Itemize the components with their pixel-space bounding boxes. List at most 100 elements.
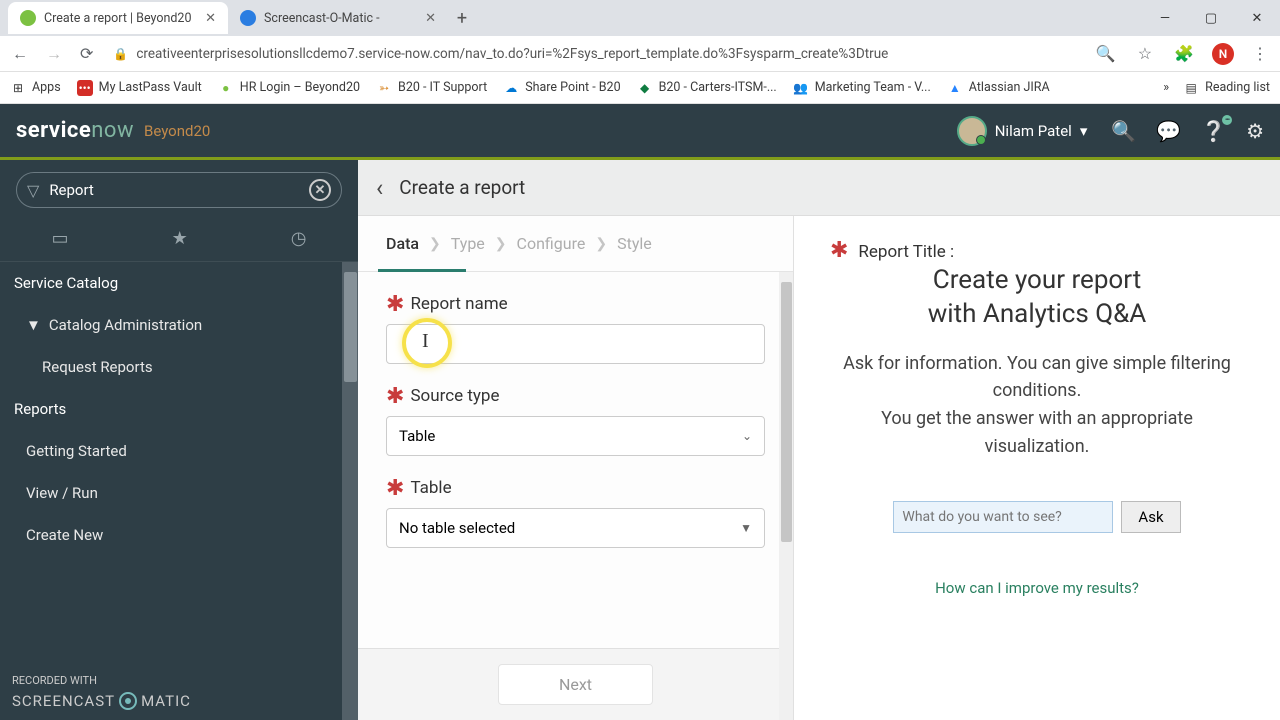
address-bar[interactable]: 🔒 creativeenterprisesolutionsllcdemo7.se… bbox=[107, 42, 1081, 66]
nav-scrollbar[interactable] bbox=[342, 262, 358, 720]
bookmarks-bar: ⊞Apps •••My LastPass Vault ●HR Login – B… bbox=[0, 72, 1280, 104]
nav-list[interactable]: Service Catalog ▼Catalog Administration … bbox=[0, 262, 358, 720]
close-tab-icon[interactable]: ✕ bbox=[425, 11, 436, 26]
improve-results-link[interactable]: How can I improve my results? bbox=[830, 579, 1244, 597]
nav-tabs: ▭ ★ ◷ bbox=[0, 220, 358, 262]
bookmark-item[interactable]: 👥Marketing Team - V... bbox=[793, 80, 931, 96]
wizard-step-type[interactable]: Type bbox=[447, 234, 489, 253]
nav-tab-favorites-icon[interactable]: ★ bbox=[172, 228, 188, 249]
nav-filter-input[interactable] bbox=[49, 181, 299, 199]
qa-description: Ask for information. You can give simple… bbox=[830, 350, 1244, 462]
nav-section-service-catalog[interactable]: Service Catalog bbox=[0, 262, 358, 304]
kebab-menu-icon[interactable]: ⋮ bbox=[1248, 40, 1272, 67]
apps-grid-icon: ⊞ bbox=[10, 80, 26, 96]
nav-item-create-new[interactable]: Create New bbox=[0, 514, 358, 556]
maximize-button[interactable]: ▢ bbox=[1188, 0, 1234, 36]
bookmark-item[interactable]: ➳B20 - IT Support bbox=[376, 80, 487, 96]
bookmark-icon: ▲ bbox=[947, 80, 963, 96]
bookmark-icon: ➳ bbox=[376, 80, 392, 96]
address-bar-row: ← → ⟳ 🔒 creativeenterprisesolutionsllcde… bbox=[0, 36, 1280, 72]
table-select[interactable]: No table selected ▼ bbox=[386, 508, 765, 548]
chevron-right-icon: ❯ bbox=[429, 236, 441, 252]
chat-icon[interactable]: 💬 bbox=[1156, 119, 1181, 143]
page-header: ‹ Create a report bbox=[358, 160, 1280, 216]
form-footer: Next bbox=[358, 648, 793, 720]
back-icon[interactable]: ‹ bbox=[376, 174, 383, 202]
help-icon[interactable]: ❔ bbox=[1201, 119, 1226, 143]
qa-input[interactable] bbox=[893, 501, 1113, 533]
profile-button[interactable]: N bbox=[1212, 43, 1234, 65]
wizard-step-data[interactable]: Data bbox=[382, 234, 423, 253]
url-text: creativeenterprisesolutionsllcdemo7.serv… bbox=[136, 46, 888, 62]
nav-section-reports[interactable]: Reports bbox=[0, 388, 358, 430]
browser-tab[interactable]: Screencast-O-Matic - ✕ bbox=[228, 2, 448, 34]
user-avatar-icon bbox=[957, 116, 987, 146]
required-asterisk-icon: ✱ bbox=[386, 483, 404, 494]
nav-item-request-reports[interactable]: Request Reports bbox=[0, 346, 358, 388]
wizard-step-style[interactable]: Style bbox=[613, 234, 656, 253]
bookmark-icon: ◆ bbox=[637, 80, 653, 96]
bookmark-icon: ● bbox=[218, 80, 234, 96]
new-tab-button[interactable]: + bbox=[448, 8, 476, 29]
zoom-icon[interactable]: 🔍 bbox=[1092, 40, 1120, 67]
bookmark-star-icon[interactable]: ☆ bbox=[1134, 40, 1156, 67]
bookmarks-overflow[interactable]: » bbox=[1163, 80, 1169, 95]
nav-item-getting-started[interactable]: Getting Started bbox=[0, 430, 358, 472]
bookmark-icon: ☁ bbox=[503, 80, 519, 96]
close-tab-icon[interactable]: ✕ bbox=[205, 11, 216, 26]
report-name-input[interactable] bbox=[386, 324, 765, 364]
search-icon[interactable]: 🔍 bbox=[1111, 119, 1136, 143]
app-body: ▽ ✕ ▭ ★ ◷ Service Catalog ▼Catalog Admin… bbox=[0, 160, 1280, 720]
chevron-down-icon: ▾ bbox=[1080, 122, 1088, 140]
analytics-qa-panel: ✱ Report Title : Create your report with… bbox=[794, 216, 1280, 720]
nav-tab-all-icon[interactable]: ▭ bbox=[52, 228, 69, 249]
page-content: Data ❯ Type ❯ Configure ❯ Style ✱Report … bbox=[358, 216, 1280, 720]
bookmark-icon: 👥 bbox=[793, 80, 809, 96]
table-label: ✱Table bbox=[386, 478, 765, 498]
browser-window: Create a report | Beyond20 ✕ Screencast-… bbox=[0, 0, 1280, 720]
apps-button[interactable]: ⊞Apps bbox=[10, 80, 61, 96]
nav-filter[interactable]: ▽ ✕ bbox=[16, 172, 342, 208]
browser-tabbar: Create a report | Beyond20 ✕ Screencast-… bbox=[0, 0, 1280, 36]
clear-filter-button[interactable]: ✕ bbox=[309, 179, 331, 201]
scrollbar-thumb[interactable] bbox=[344, 272, 357, 382]
user-menu[interactable]: Nilam Patel ▾ bbox=[957, 116, 1088, 146]
bookmark-item[interactable]: ☁Share Point - B20 bbox=[503, 80, 620, 96]
scrollbar-thumb[interactable] bbox=[781, 282, 792, 542]
text-cursor-icon: I bbox=[422, 330, 429, 353]
chevron-right-icon: ❯ bbox=[495, 236, 507, 252]
reading-list-button[interactable]: ▤Reading list bbox=[1183, 80, 1270, 96]
gear-icon[interactable]: ⚙ bbox=[1246, 119, 1264, 143]
instance-name[interactable]: Beyond20 bbox=[144, 122, 210, 140]
close-window-button[interactable]: ✕ bbox=[1234, 0, 1280, 36]
bookmark-item[interactable]: ▲Atlassian JIRA bbox=[947, 80, 1050, 96]
bookmark-item[interactable]: •••My LastPass Vault bbox=[77, 80, 202, 96]
browser-tab-active[interactable]: Create a report | Beyond20 ✕ bbox=[8, 2, 228, 34]
form-scrollbar[interactable] bbox=[779, 272, 793, 720]
servicenow-logo[interactable]: servicenow bbox=[16, 118, 134, 143]
bookmark-item[interactable]: ●HR Login – Beyond20 bbox=[218, 80, 360, 96]
minimize-button[interactable]: — bbox=[1142, 0, 1188, 36]
report-form: Data ❯ Type ❯ Configure ❯ Style ✱Report … bbox=[358, 216, 794, 720]
nav-back-icon[interactable]: ← bbox=[8, 40, 32, 68]
wizard-steps: Data ❯ Type ❯ Configure ❯ Style bbox=[358, 216, 793, 272]
required-asterisk-icon: ✱ bbox=[830, 238, 848, 263]
source-type-select[interactable]: Table ⌄ bbox=[386, 416, 765, 456]
favicon-icon bbox=[240, 10, 256, 26]
tab-title: Screencast-O-Matic - bbox=[264, 11, 417, 26]
chevron-down-icon: ▼ bbox=[740, 521, 752, 535]
nav-item-catalog-admin[interactable]: ▼Catalog Administration bbox=[0, 304, 358, 346]
ask-button[interactable]: Ask bbox=[1121, 501, 1180, 533]
source-type-label: ✱Source type bbox=[386, 386, 765, 406]
qa-heading: Create your report with Analytics Q&A bbox=[830, 264, 1244, 332]
extensions-icon[interactable]: 🧩 bbox=[1170, 40, 1198, 67]
next-button[interactable]: Next bbox=[498, 664, 653, 705]
wizard-step-configure[interactable]: Configure bbox=[513, 234, 590, 253]
reload-icon[interactable]: ⟳ bbox=[76, 40, 97, 67]
nav-item-view-run[interactable]: View / Run bbox=[0, 472, 358, 514]
bookmark-item[interactable]: ◆B20 - Carters-ITSM-... bbox=[637, 80, 777, 96]
required-asterisk-icon: ✱ bbox=[386, 299, 404, 310]
nav-tab-history-icon[interactable]: ◷ bbox=[291, 228, 307, 249]
page-title: Create a report bbox=[399, 176, 525, 199]
nav-forward-icon[interactable]: → bbox=[42, 40, 66, 68]
